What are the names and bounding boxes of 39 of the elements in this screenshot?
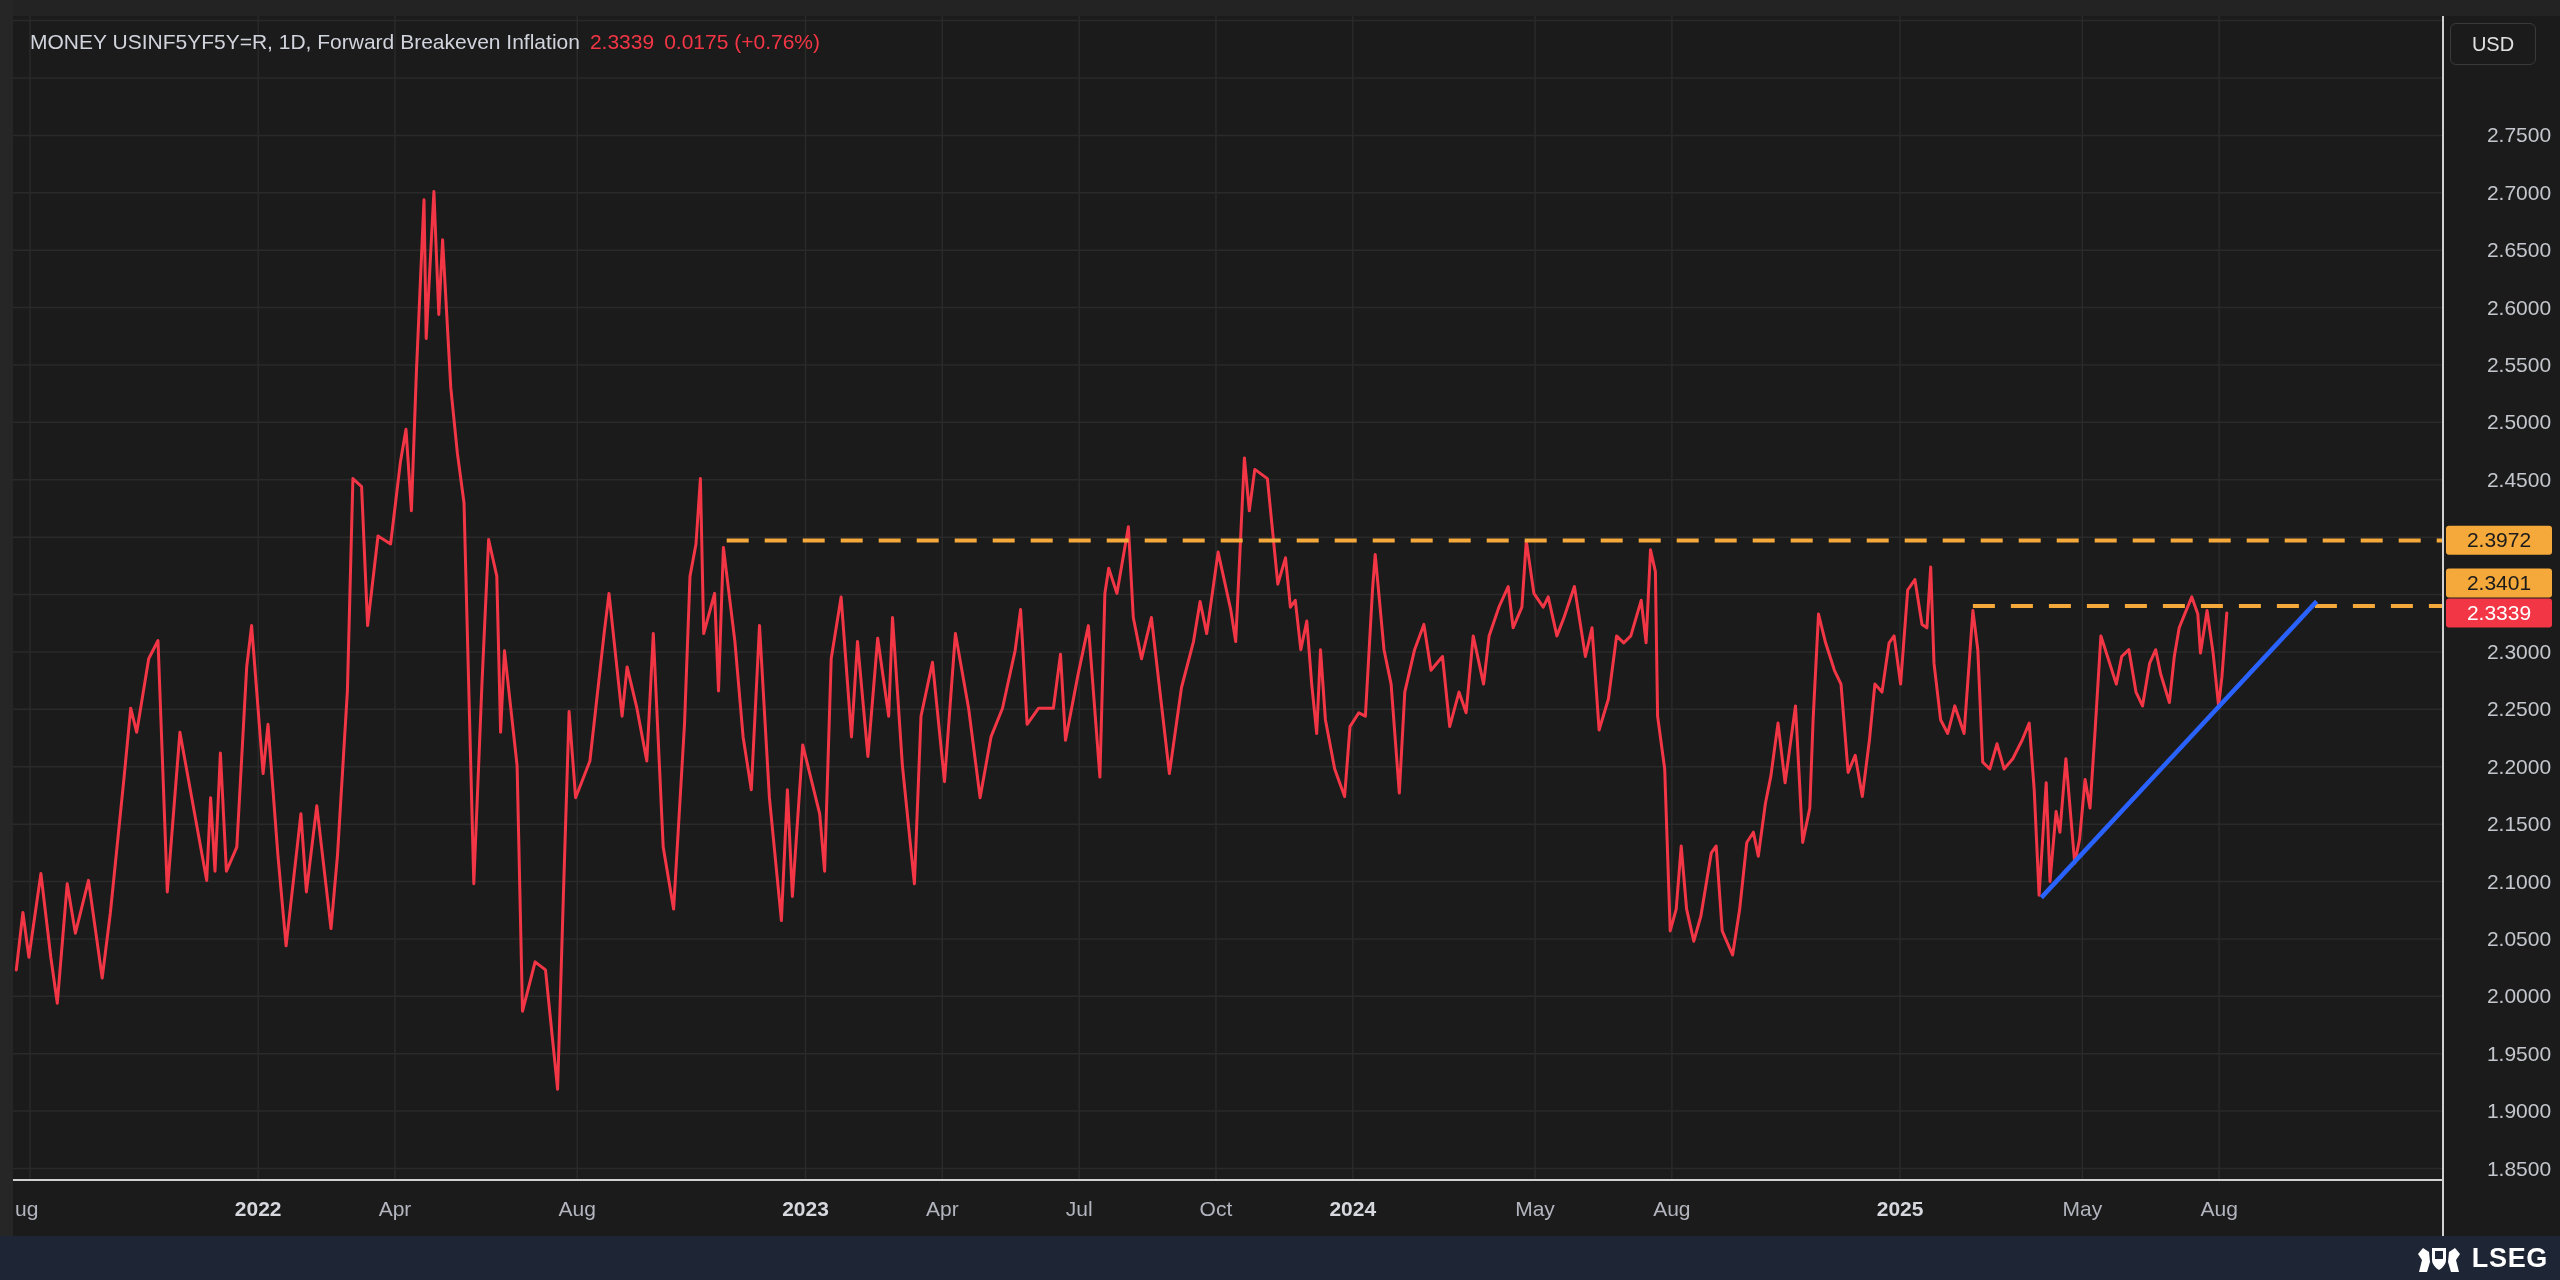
- price-badge: 2.3972: [2446, 525, 2552, 555]
- last-price: 2.3339: [589, 29, 655, 55]
- axis-label: Apr: [378, 1197, 412, 1220]
- axis-label: ug: [15, 1197, 39, 1220]
- axis-label: Jul: [1065, 1197, 1093, 1220]
- axis-label: 2024: [1329, 1197, 1377, 1220]
- axis-label: May: [1515, 1197, 1555, 1220]
- axis-label: 2.2000: [2486, 754, 2552, 778]
- axis-label: 2.5500: [2486, 352, 2552, 376]
- chart-title: MONEY USINF5YF5Y=R, 1D, Forward Breakeven Inflation: [30, 29, 580, 55]
- axis-label: 2025: [1876, 1197, 1924, 1220]
- axis-label: 2.1000: [2486, 869, 2552, 893]
- axis-label: 2.0500: [2486, 926, 2552, 950]
- axis-label: Oct: [1199, 1197, 1233, 1220]
- axis-label: 2.7500: [2486, 123, 2552, 147]
- axis-label: 2.1500: [2486, 812, 2552, 836]
- axis-label: 2.0000: [2486, 984, 2552, 1008]
- axis-label: Apr: [925, 1197, 959, 1220]
- price-badge: 2.3339: [2446, 598, 2552, 628]
- axis-label: 1.9500: [2486, 1041, 2552, 1065]
- axis-label: 1.8500: [2486, 1156, 2552, 1180]
- axis-label: 2022: [234, 1197, 282, 1220]
- axis-label: 2.4500: [2486, 467, 2552, 491]
- axis-label: 2.6000: [2486, 295, 2552, 319]
- axis-label: 2023: [782, 1197, 829, 1220]
- axis-label: 2.2500: [2486, 697, 2552, 721]
- price-change: 0.0175 (+0.76%): [664, 29, 820, 55]
- axis-label: May: [2062, 1197, 2103, 1220]
- axis-label: 1.9000: [2486, 1099, 2552, 1123]
- axis-label: Aug: [1653, 1197, 1691, 1220]
- axis-label: 2.5000: [2486, 410, 2552, 434]
- currency-button[interactable]: USD: [2450, 23, 2536, 65]
- axis-label: Aug: [2200, 1197, 2238, 1220]
- axis-label: 2.7000: [2486, 180, 2552, 204]
- brand-name: LSEG: [2471, 1241, 2548, 1275]
- axis-label: Aug: [558, 1197, 596, 1220]
- axis-label: 2.3000: [2486, 639, 2552, 663]
- price-badge: 2.3401: [2446, 568, 2552, 598]
- axis-label: 2.6500: [2486, 238, 2552, 262]
